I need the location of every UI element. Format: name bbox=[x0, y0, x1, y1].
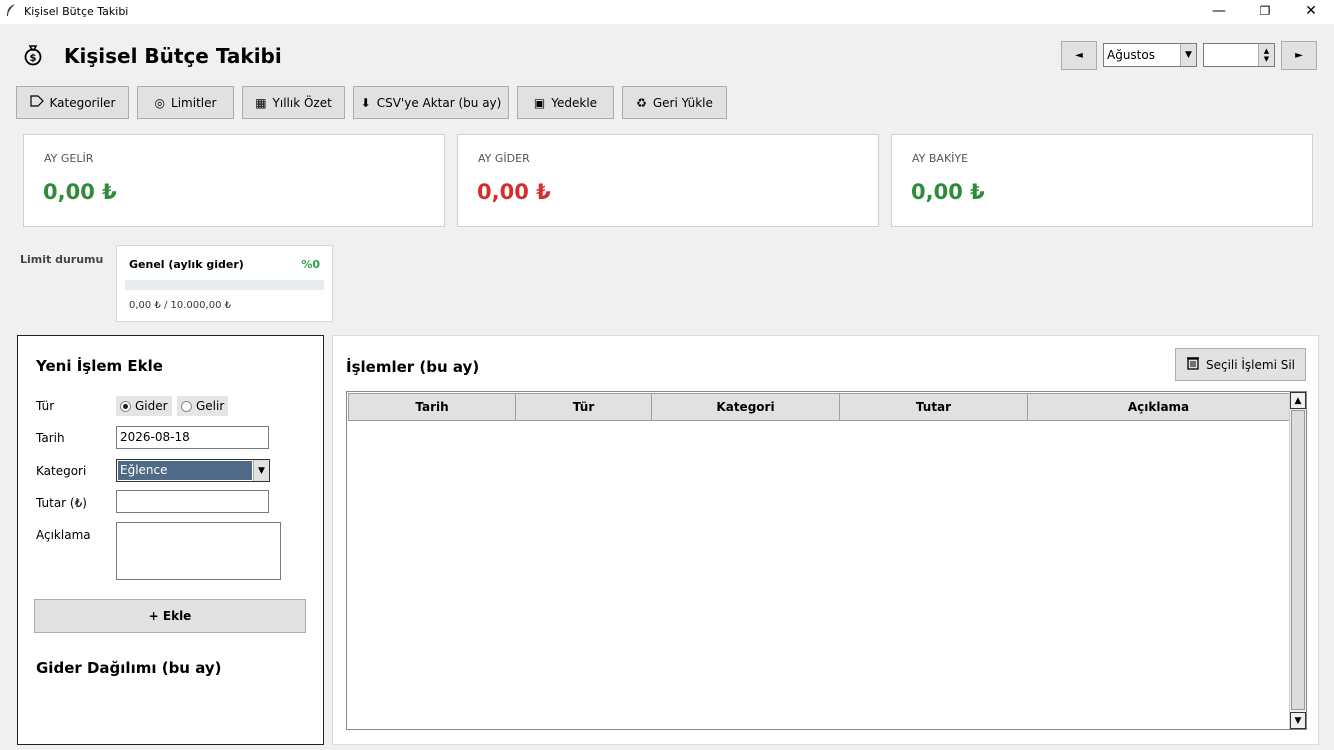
balance-label: AY BAKİYE bbox=[912, 152, 969, 165]
vertical-scrollbar[interactable]: ▲ ▼ bbox=[1289, 392, 1306, 729]
close-button[interactable]: ✕ bbox=[1288, 0, 1334, 24]
categories-button[interactable]: Kategoriler bbox=[16, 86, 129, 119]
column-header-tutar[interactable]: Tutar bbox=[840, 393, 1028, 421]
chevron-down-icon[interactable]: ▼ bbox=[1180, 44, 1196, 66]
backup-label: Yedekle bbox=[551, 95, 598, 110]
amount-label: Tutar (₺) bbox=[36, 496, 87, 510]
transactions-title: İşlemler (bu ay) bbox=[346, 358, 480, 376]
column-header-kategori[interactable]: Kategori bbox=[652, 393, 840, 421]
yearly-summary-label: Yıllık Özet bbox=[272, 95, 332, 110]
radio-unselected-icon bbox=[181, 400, 192, 412]
csv-export-button[interactable]: ⬇ CSV'ye Aktar (bu ay) bbox=[353, 86, 509, 119]
recycle-icon: ♻ bbox=[636, 95, 647, 110]
radio-gelir[interactable]: Gelir bbox=[177, 396, 229, 416]
delete-selected-label: Seçili İşlemi Sil bbox=[1205, 357, 1296, 372]
description-label: Açıklama bbox=[36, 528, 91, 542]
backup-button[interactable]: ▣ Yedekle bbox=[517, 86, 614, 119]
expense-card: AY GİDER 0,00 ₺ bbox=[457, 134, 879, 227]
add-transaction-button[interactable]: + Ekle bbox=[34, 599, 306, 633]
restore-button[interactable]: ♻ Geri Yükle bbox=[622, 86, 727, 119]
target-icon: ◎ bbox=[154, 95, 166, 110]
prev-month-button[interactable]: ◄ bbox=[1061, 41, 1097, 70]
month-value: Ağustos bbox=[1107, 48, 1155, 62]
feather-icon bbox=[5, 3, 17, 20]
income-label: AY GELİR bbox=[44, 152, 94, 165]
maximize-button[interactable]: ❐ bbox=[1242, 0, 1288, 24]
limit-card: Genel (aylık gider) %0 0,00 ₺ / 10.000,0… bbox=[116, 245, 333, 322]
year-spinbox[interactable]: ▲ ▼ bbox=[1203, 43, 1275, 67]
date-label: Tarih bbox=[36, 431, 65, 445]
scroll-up-icon[interactable]: ▲ bbox=[1290, 392, 1306, 409]
month-select[interactable]: Ağustos ▼ bbox=[1103, 43, 1197, 67]
scroll-thumb[interactable] bbox=[1291, 410, 1305, 710]
category-select[interactable]: Eğlence ▼ bbox=[116, 459, 270, 482]
category-value: Eğlence bbox=[118, 461, 252, 480]
csv-export-label: CSV'ye Aktar (bu ay) bbox=[376, 95, 502, 110]
calendar-icon: ▦ bbox=[255, 95, 267, 110]
transactions-table[interactable]: Tarih Tür Kategori Tutar Açıklama ▲ ▼ bbox=[346, 391, 1307, 730]
column-header-tur[interactable]: Tür bbox=[516, 393, 652, 421]
balance-value: 0,00 ₺ bbox=[911, 180, 985, 204]
radio-gider[interactable]: Gider bbox=[116, 396, 172, 416]
tag-icon bbox=[29, 95, 44, 110]
limits-label: Limitler bbox=[171, 95, 217, 110]
limit-status-label: Limit durumu bbox=[20, 253, 104, 266]
money-bag-icon: $ bbox=[22, 44, 44, 66]
limit-percent: %0 bbox=[301, 258, 320, 271]
radio-selected-icon bbox=[120, 400, 131, 412]
svg-text:$: $ bbox=[30, 53, 37, 64]
floppy-disk-icon: ▣ bbox=[533, 95, 546, 110]
restore-label: Geri Yükle bbox=[652, 95, 713, 110]
income-card: AY GELİR 0,00 ₺ bbox=[23, 134, 445, 227]
description-field[interactable] bbox=[116, 522, 281, 580]
chevron-down-icon[interactable]: ▼ bbox=[253, 460, 269, 481]
minimize-button[interactable]: — bbox=[1196, 0, 1242, 24]
income-value: 0,00 ₺ bbox=[43, 180, 117, 204]
title-bar: Kişisel Bütçe Takibi — ❐ ✕ bbox=[0, 0, 1334, 24]
limit-progress-bar bbox=[125, 280, 324, 290]
new-transaction-title: Yeni İşlem Ekle bbox=[36, 357, 163, 375]
category-label: Kategori bbox=[36, 464, 87, 478]
type-label: Tür bbox=[36, 399, 55, 413]
distribution-title: Gider Dağılımı (bu ay) bbox=[36, 659, 222, 677]
table-header: Tarih Tür Kategori Tutar Açıklama bbox=[348, 393, 1290, 421]
radio-gelir-label: Gelir bbox=[196, 399, 225, 413]
column-header-tarih[interactable]: Tarih bbox=[348, 393, 516, 421]
date-field[interactable]: 2026-08-18 bbox=[116, 426, 269, 449]
expense-label: AY GİDER bbox=[478, 152, 530, 165]
scroll-down-icon[interactable]: ▼ bbox=[1290, 712, 1306, 729]
download-arrow-icon: ⬇ bbox=[360, 95, 371, 110]
balance-card: AY BAKİYE 0,00 ₺ bbox=[891, 134, 1313, 227]
categories-label: Kategoriler bbox=[49, 95, 116, 110]
next-month-button[interactable]: ► bbox=[1281, 41, 1317, 70]
delete-selected-button[interactable]: Seçili İşlemi Sil bbox=[1175, 348, 1306, 381]
window-title: Kişisel Bütçe Takibi bbox=[24, 5, 129, 18]
page-title: Kişisel Bütçe Takibi bbox=[64, 44, 282, 68]
column-header-aciklama[interactable]: Açıklama bbox=[1028, 393, 1290, 421]
trash-icon bbox=[1186, 356, 1200, 373]
limit-name: Genel (aylık gider) bbox=[129, 258, 244, 271]
radio-gider-label: Gider bbox=[135, 399, 168, 413]
spin-arrows-icon[interactable]: ▲ ▼ bbox=[1258, 44, 1274, 66]
limit-amount: 0,00 ₺ / 10.000,00 ₺ bbox=[129, 300, 231, 311]
yearly-summary-button[interactable]: ▦ Yıllık Özet bbox=[242, 86, 345, 119]
amount-field[interactable] bbox=[116, 490, 269, 513]
expense-value: 0,00 ₺ bbox=[477, 180, 551, 204]
limits-button[interactable]: ◎ Limitler bbox=[137, 86, 234, 119]
